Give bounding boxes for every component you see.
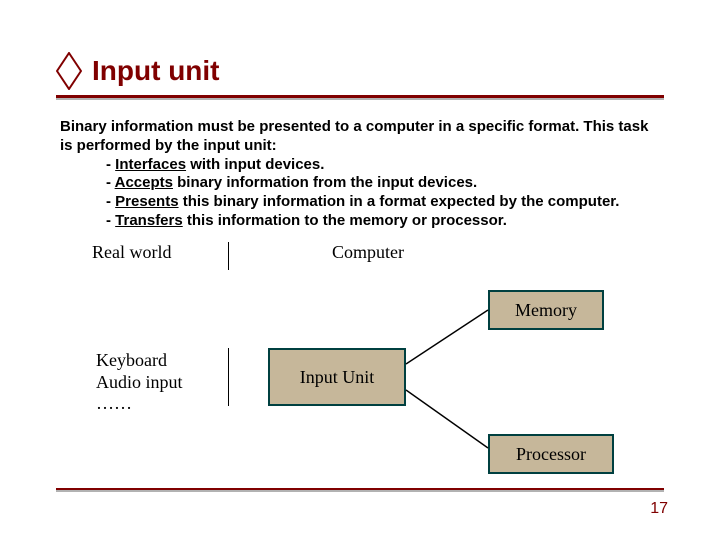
title-underline (56, 95, 664, 98)
connector-input-to-processor (406, 382, 496, 462)
diagram: Real world Computer Keyboard Audio input… (60, 242, 660, 474)
bullet-list: - Interfaces with input devices. - Accep… (60, 156, 660, 231)
box-input-unit: Input Unit (268, 348, 406, 406)
bullet-1: - Interfaces with input devices. (106, 156, 660, 175)
box-memory: Memory (488, 290, 604, 330)
label-computer: Computer (332, 242, 404, 263)
slide: Input unit Binary information must be pr… (0, 0, 720, 540)
slide-title: Input unit (92, 55, 220, 87)
bullet-4: - Transfers this information to the memo… (106, 212, 660, 231)
body-text: Binary information must be presented to … (60, 118, 660, 231)
page-number: 17 (650, 500, 668, 518)
connector-input-to-memory (406, 302, 496, 382)
footer-rule (56, 488, 664, 490)
diamond-icon (56, 52, 82, 90)
box-processor: Processor (488, 434, 614, 474)
separator-line-bottom (228, 348, 229, 406)
label-real-world: Real world (92, 242, 171, 263)
separator-line-top (228, 242, 229, 270)
bullet-3: - Presents this binary information in a … (106, 193, 660, 212)
bullet-2: - Accepts binary information from the in… (106, 174, 660, 193)
intro-paragraph: Binary information must be presented to … (60, 118, 660, 156)
title-row: Input unit (56, 52, 664, 90)
real-world-items: Keyboard Audio input …… (96, 350, 183, 415)
